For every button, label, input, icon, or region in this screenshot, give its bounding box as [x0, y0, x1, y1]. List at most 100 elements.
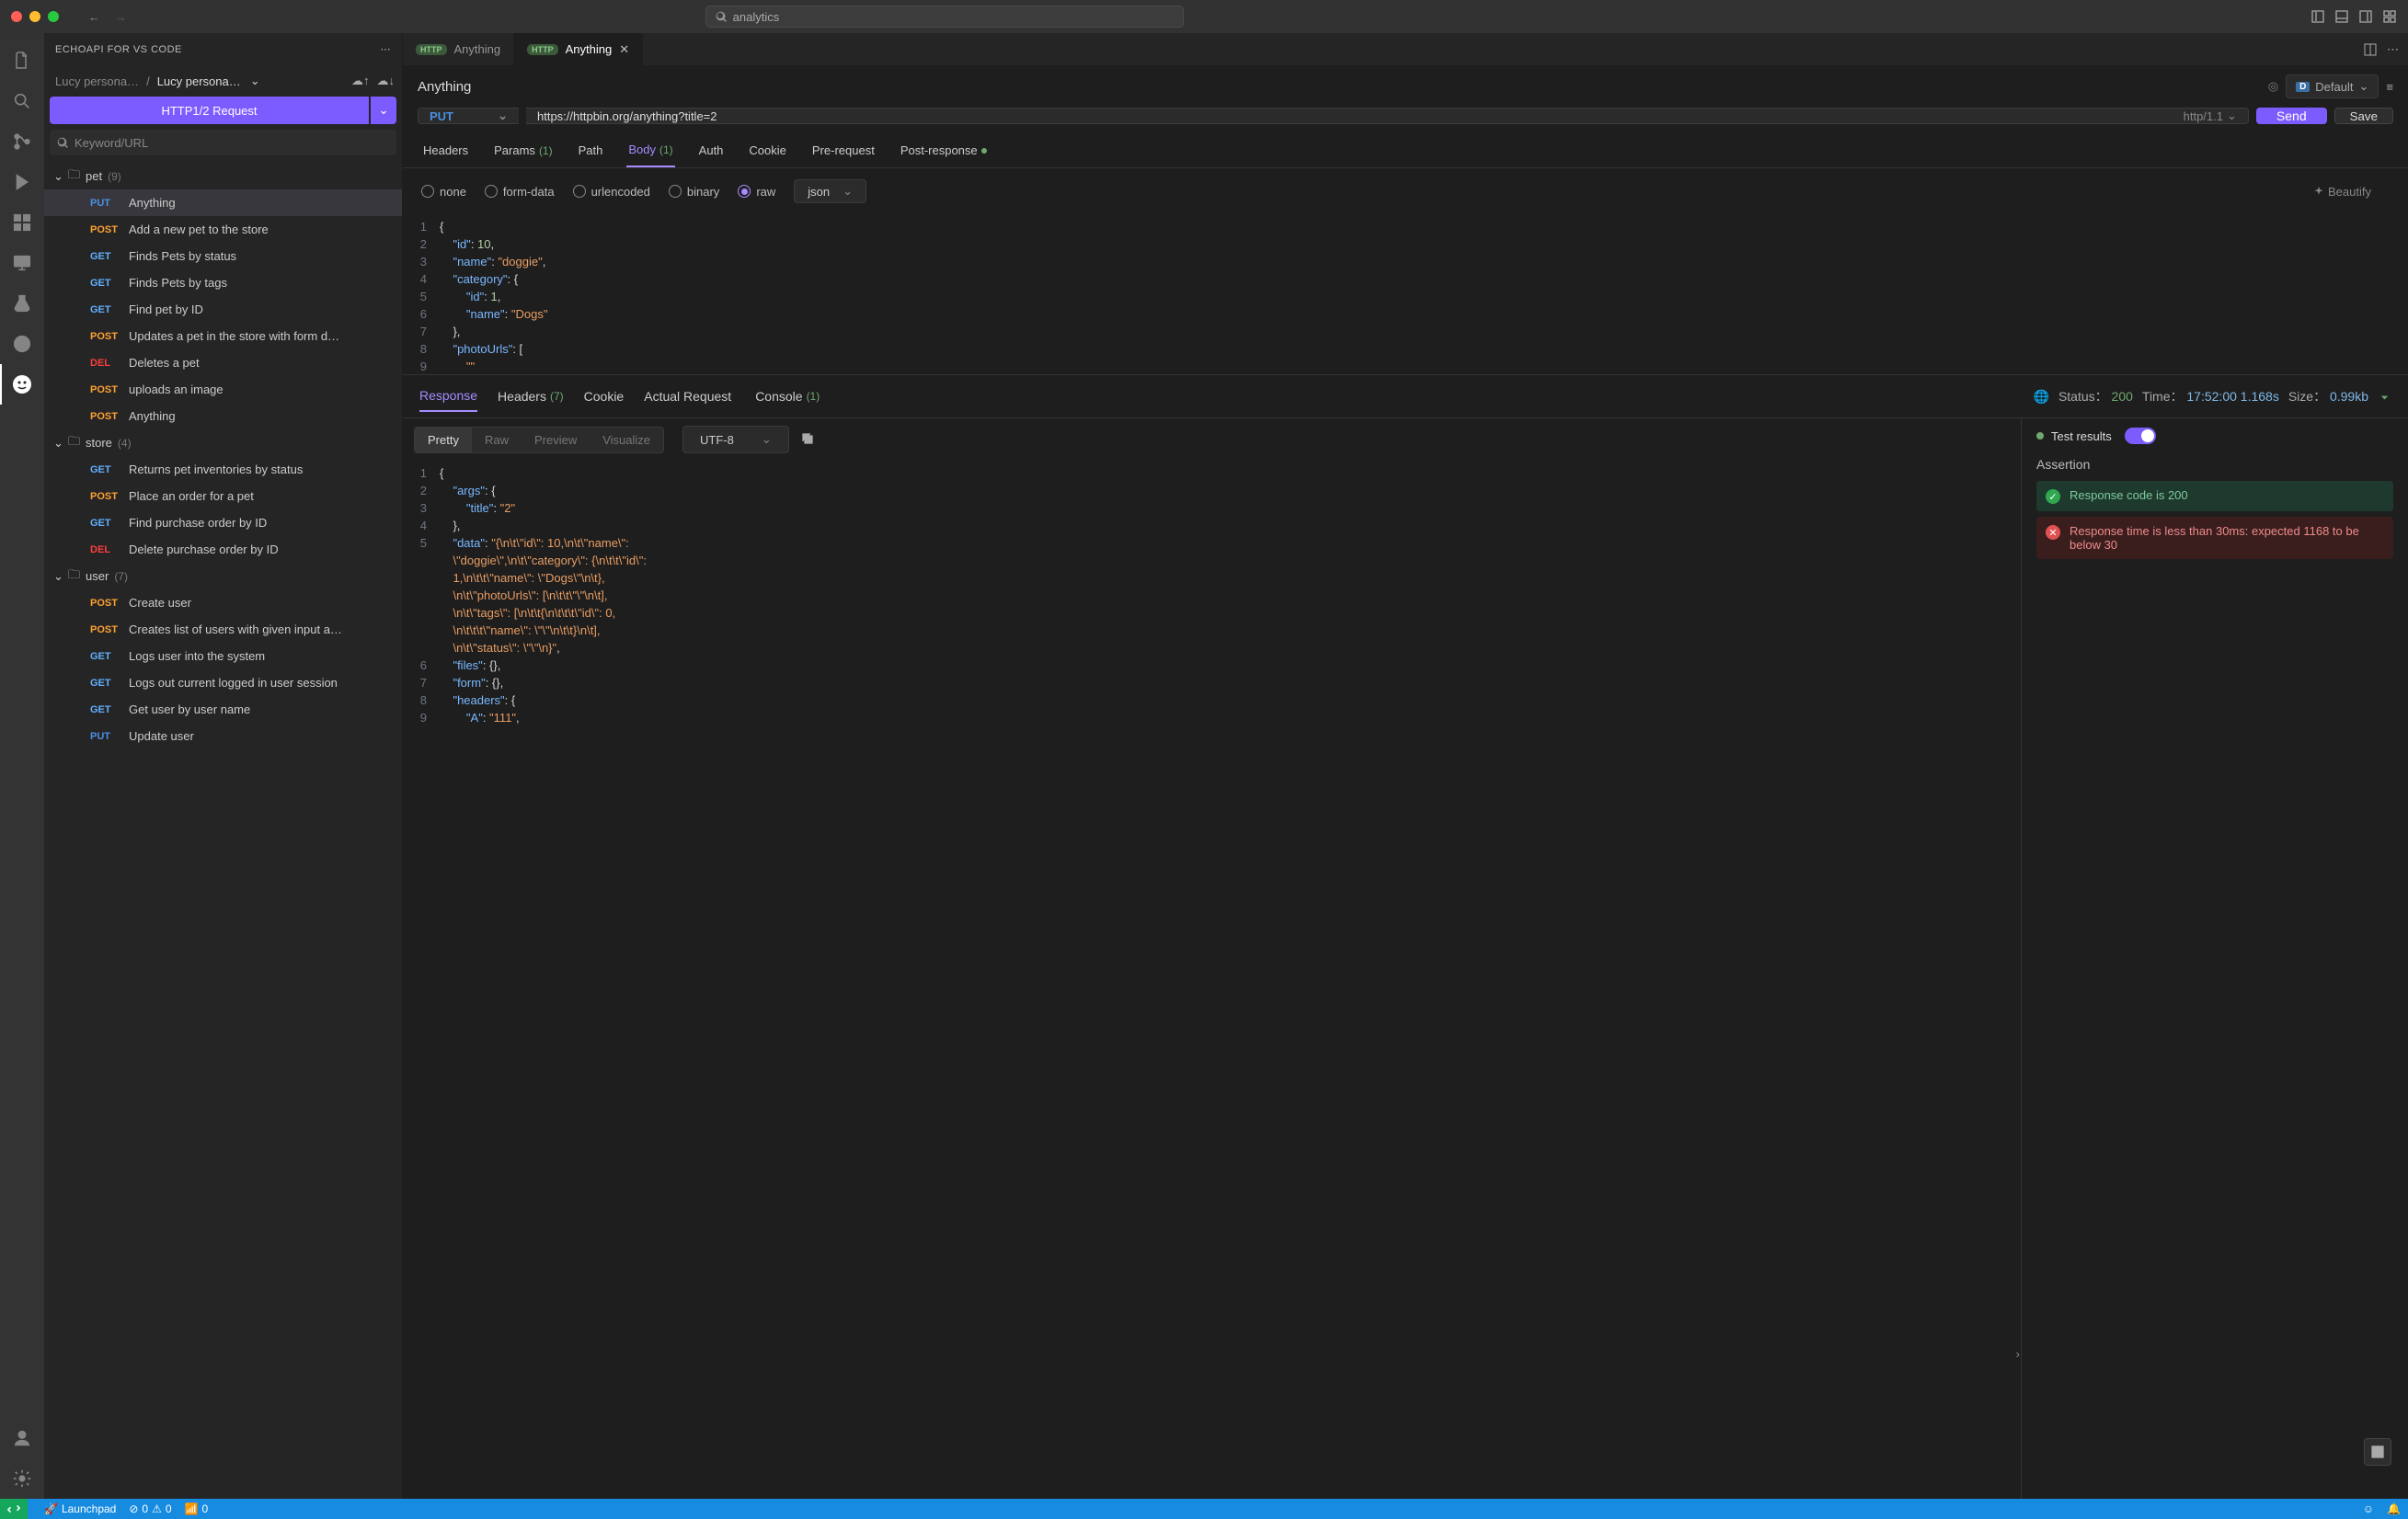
close-window[interactable] [11, 11, 22, 22]
beautify-button[interactable]: Beautify [2313, 185, 2390, 199]
tab-anything-2[interactable]: HTTP Anything ✕ [514, 33, 643, 65]
extensions-icon[interactable] [0, 202, 44, 243]
request-item[interactable]: GETFinds Pets by status [44, 243, 402, 269]
new-request-button[interactable]: HTTP1/2 Request [50, 97, 369, 124]
body-formdata-radio[interactable]: form-data [485, 185, 555, 199]
res-tab-console[interactable]: Console(1) [755, 382, 820, 411]
request-body-editor[interactable]: 1{2 "id": 10,3 "name": "doggie",4 "categ… [403, 214, 2408, 375]
command-center-search[interactable]: analytics [705, 6, 1184, 28]
globe-icon[interactable]: 🌐 [2034, 389, 2049, 405]
maximize-window[interactable] [48, 11, 59, 22]
body-urlencoded-radio[interactable]: urlencoded [573, 185, 650, 199]
folder-pet[interactable]: ⌄🗀pet(9) [44, 163, 402, 189]
res-tab-cookie[interactable]: Cookie [584, 382, 625, 411]
tab-pre-request[interactable]: Pre-request [810, 135, 877, 167]
close-tab-icon[interactable]: ✕ [619, 42, 629, 57]
res-tab-headers[interactable]: Headers(7) [498, 382, 564, 411]
search-activity-icon[interactable] [0, 81, 44, 121]
layout-sidebar-left-icon[interactable] [2311, 9, 2325, 24]
res-tab-actual[interactable]: Actual Request [644, 382, 735, 411]
download-icon[interactable] [2378, 390, 2391, 404]
testing-icon[interactable] [0, 283, 44, 324]
layout-float-button[interactable] [2364, 1438, 2391, 1466]
feedback-icon[interactable]: ☺ [2363, 1502, 2374, 1515]
copy-icon[interactable] [800, 431, 815, 449]
view-preview[interactable]: Preview [522, 428, 590, 452]
keyword-search[interactable]: Keyword/URL [50, 130, 396, 155]
request-item[interactable]: GETReturns pet inventories by status [44, 456, 402, 483]
send-button[interactable]: Send [2256, 108, 2327, 124]
remote-indicator[interactable] [0, 1499, 28, 1519]
request-item[interactable]: GETLogs out current logged in user sessi… [44, 669, 402, 696]
tab-cookie[interactable]: Cookie [747, 135, 787, 167]
minimize-window[interactable] [29, 11, 40, 22]
settings-gear-icon[interactable] [0, 1458, 44, 1499]
encoding-select[interactable]: UTF-8⌄ [682, 426, 789, 453]
request-item[interactable]: GETLogs user into the system [44, 643, 402, 669]
breadcrumb-root[interactable]: Lucy persona… [52, 74, 143, 88]
test-toggle[interactable] [2125, 428, 2156, 444]
account-icon[interactable] [0, 1418, 44, 1458]
view-visualize[interactable]: Visualize [590, 428, 663, 452]
problems-indicator[interactable]: ⊘ 0 ⚠ 0 [129, 1502, 171, 1515]
ports-indicator[interactable]: 📶 0 [185, 1502, 209, 1515]
breadcrumb-current[interactable]: Lucy persona… [154, 74, 245, 88]
tab-headers[interactable]: Headers [421, 135, 470, 167]
launchpad-button[interactable]: 🚀 Launchpad [44, 1502, 116, 1515]
request-item[interactable]: POSTAdd a new pet to the store [44, 216, 402, 243]
layout-customize-icon[interactable] [2382, 9, 2397, 24]
body-raw-radio[interactable]: raw [738, 185, 775, 199]
layout-sidebar-right-icon[interactable] [2358, 9, 2373, 24]
request-item[interactable]: POSTAnything [44, 403, 402, 429]
cloud-download-icon[interactable]: ☁↓ [377, 74, 396, 88]
view-raw[interactable]: Raw [472, 428, 522, 452]
cloud-upload-icon[interactable]: ☁↑ [351, 74, 370, 88]
body-none-radio[interactable]: none [421, 185, 466, 199]
raw-type-select[interactable]: json⌄ [794, 179, 866, 203]
method-select[interactable]: PUT ⌄ [418, 108, 519, 124]
view-pretty[interactable]: Pretty [415, 428, 472, 452]
request-item[interactable]: GETFind pet by ID [44, 296, 402, 323]
request-item[interactable]: PUTUpdate user [44, 723, 402, 749]
request-item[interactable]: POSTPlace an order for a pet [44, 483, 402, 509]
tab-anything-1[interactable]: HTTP Anything [403, 33, 514, 65]
tab-post-response[interactable]: Post-response [899, 135, 989, 167]
tab-params[interactable]: Params(1) [492, 135, 554, 167]
protocol-select[interactable]: http/1.1 ⌄ [2184, 108, 2237, 123]
explorer-icon[interactable] [0, 40, 44, 81]
response-body-viewer[interactable]: 1{2 "args": {3 "title": "2"4 },5 "data":… [403, 461, 2021, 1499]
request-item[interactable]: POSTUpdates a pet in the store with form… [44, 323, 402, 349]
request-item[interactable]: POSTuploads an image [44, 376, 402, 403]
request-item[interactable]: POSTCreates list of users with given inp… [44, 616, 402, 643]
chevron-down-icon[interactable]: ⌄ [250, 74, 260, 88]
split-editor-icon[interactable] [2363, 42, 2378, 57]
nav-back-icon[interactable]: ← [88, 10, 100, 24]
request-item[interactable]: DELDeletes a pet [44, 349, 402, 376]
new-request-dropdown[interactable]: ⌄ [371, 97, 396, 124]
folder-user[interactable]: ⌄🗀user(7) [44, 563, 402, 589]
target-icon[interactable]: ◎ [2268, 79, 2278, 94]
body-binary-radio[interactable]: binary [669, 185, 719, 199]
request-item[interactable]: POSTCreate user [44, 589, 402, 616]
chevron-right-icon[interactable]: › [2016, 1347, 2020, 1361]
echoapi-icon[interactable] [0, 364, 44, 405]
environment-select[interactable]: D Default ⌄ [2286, 74, 2379, 98]
tab-path[interactable]: Path [577, 135, 605, 167]
notifications-icon[interactable]: 🔔 [2387, 1502, 2401, 1515]
tab-auth[interactable]: Auth [697, 135, 726, 167]
source-control-icon[interactable] [0, 121, 44, 162]
request-item[interactable]: PUTAnything [44, 189, 402, 216]
folder-store[interactable]: ⌄🗀store(4) [44, 429, 402, 456]
url-input[interactable]: https://httpbin.org/anything?title=2 htt… [526, 108, 2249, 124]
nav-forward-icon[interactable]: → [115, 10, 127, 24]
request-item[interactable]: GETGet user by user name [44, 696, 402, 723]
more-icon[interactable]: ⋯ [2387, 42, 2399, 57]
tab-body[interactable]: Body(1) [626, 135, 674, 167]
timeline-icon[interactable] [0, 324, 44, 364]
menu-icon[interactable]: ≡ [2386, 80, 2393, 94]
request-name[interactable]: Anything [418, 79, 471, 95]
request-item[interactable]: GETFinds Pets by tags [44, 269, 402, 296]
res-tab-response[interactable]: Response [419, 381, 477, 412]
save-button[interactable]: Save [2334, 108, 2393, 124]
more-icon[interactable]: ⋯ [381, 43, 392, 55]
